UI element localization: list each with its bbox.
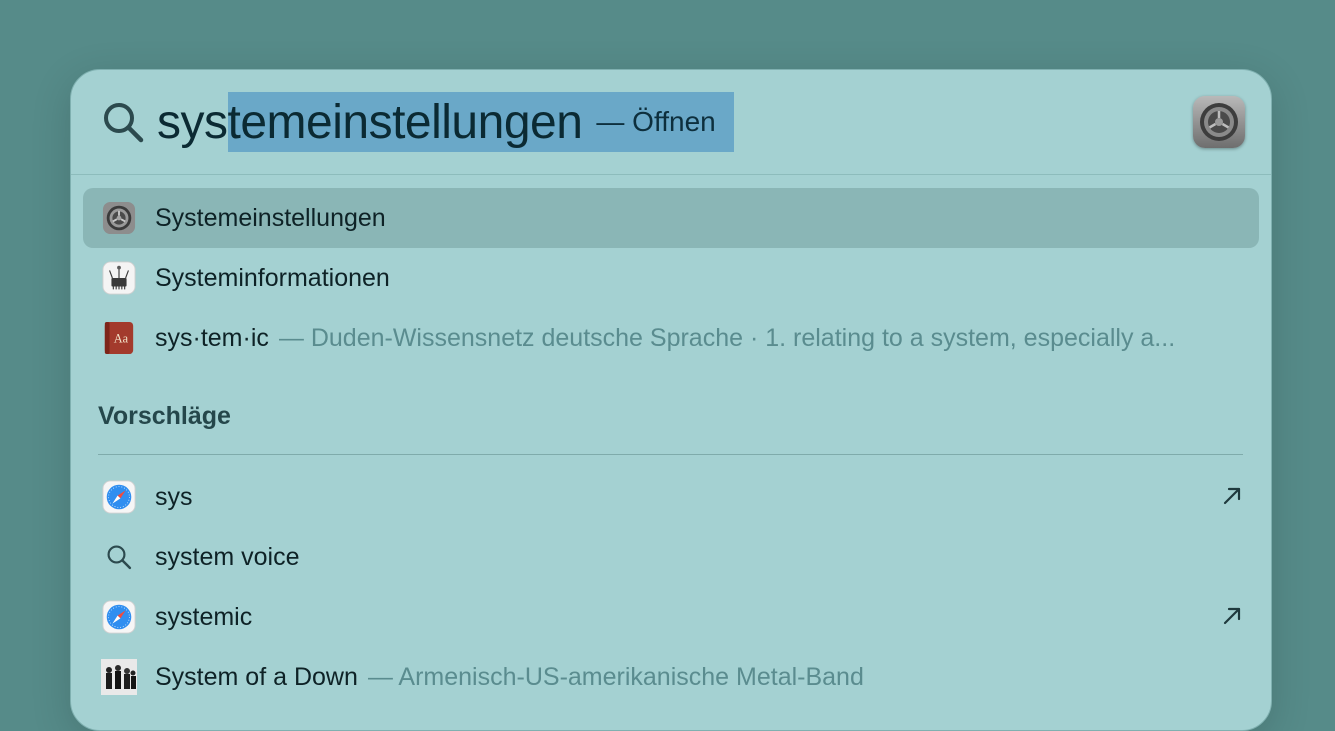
open-external-arrow-icon — [1223, 487, 1241, 505]
suggestion-system-voice[interactable]: system voice — [83, 527, 1259, 587]
search-completion-text: temeinstellungen — [227, 95, 583, 149]
result-title: sys·tem·ic — [155, 323, 269, 352]
suggestion-sys[interactable]: sys — [83, 467, 1259, 527]
suggestions-section-header: Vorschläge — [98, 388, 1243, 455]
search-icon — [101, 539, 137, 575]
system-settings-icon — [101, 200, 137, 236]
result-title: Systeminformationen — [155, 263, 390, 292]
open-action-label: — Öffnen — [596, 106, 716, 137]
suggestion-systemic[interactable]: systemic — [83, 587, 1259, 647]
result-subtitle: — Duden-Wissensnetz deutsche Sprache · 1… — [278, 323, 1176, 352]
suggestion-subtitle: — Armenisch-US-amerikanische Metal-Band — [367, 662, 864, 691]
open-external-arrow-icon — [1223, 607, 1241, 625]
system-settings-gear-icon — [1193, 96, 1245, 148]
safari-icon — [101, 599, 137, 635]
search-autocomplete-selection: temeinstellungen — Öffnen — [227, 92, 734, 152]
band-photo-icon — [101, 659, 137, 695]
spotlight-panel: sys temeinstellungen — Öffnen Systemeins… — [70, 69, 1272, 731]
section-title: Vorschläge — [98, 402, 231, 430]
result-system-information[interactable]: Systeminformationen — [83, 248, 1259, 308]
system-information-icon — [101, 260, 137, 296]
results-list: Systemeinstellungen Systeminformationen — [83, 188, 1259, 707]
suggestion-title: sys — [155, 482, 193, 511]
suggestion-title: system voice — [155, 542, 300, 571]
search-typed-text: sys — [157, 95, 228, 149]
suggestion-system-of-a-down[interactable]: System of a Down — Armenisch-US-amerikan… — [83, 647, 1259, 707]
result-system-settings[interactable]: Systemeinstellungen — [83, 188, 1259, 248]
suggestion-title: systemic — [155, 602, 253, 631]
safari-icon — [101, 479, 137, 515]
svg-text:Aa: Aa — [114, 332, 129, 346]
dictionary-icon: Aa — [101, 320, 137, 356]
search-bar[interactable]: sys temeinstellungen — Öffnen — [71, 70, 1271, 175]
result-title: Systemeinstellungen — [155, 203, 386, 232]
result-dictionary-systemic[interactable]: Aa sys·tem·ic — Duden-Wissensnetz deutsc… — [83, 308, 1259, 368]
suggestion-title: System of a Down — [155, 662, 358, 691]
search-input[interactable]: sys temeinstellungen — Öffnen — [157, 92, 734, 152]
search-icon — [104, 103, 144, 143]
